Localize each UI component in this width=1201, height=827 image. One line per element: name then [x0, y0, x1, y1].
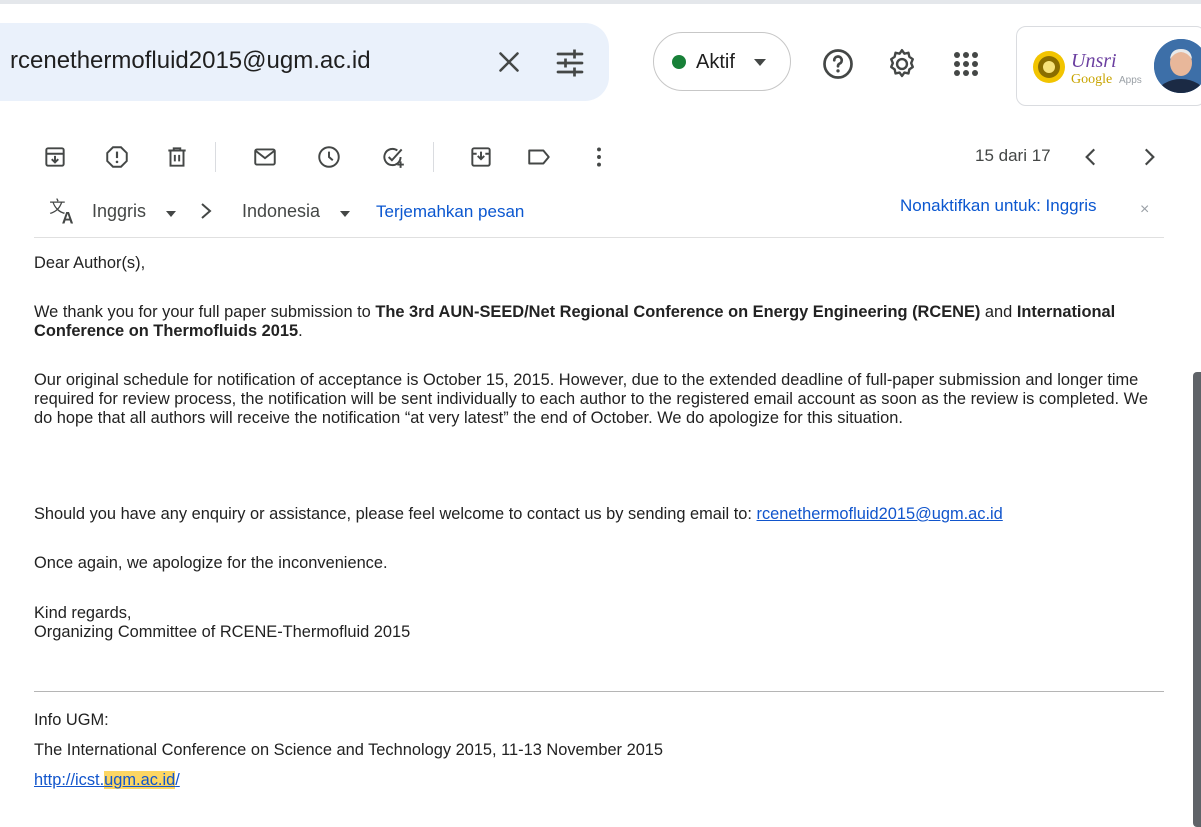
- search-highlight: ugm.ac.id: [104, 771, 176, 789]
- svg-text:Unsri: Unsri: [1071, 50, 1117, 72]
- paragraph-submission: We thank you for your full paper submiss…: [34, 303, 1116, 340]
- report-spam-icon[interactable]: [104, 144, 130, 170]
- gear-icon[interactable]: [884, 46, 920, 82]
- paragraph-apology: Once again, we apologize for the inconve…: [34, 554, 388, 572]
- avatar[interactable]: [1154, 39, 1201, 93]
- conference-name: The 3rd AUN-SEED/Net Regional Conference…: [375, 303, 981, 321]
- info-title: Info UGM:: [34, 711, 109, 729]
- mark-unread-icon[interactable]: [252, 144, 278, 170]
- chevron-right-icon[interactable]: [1136, 144, 1162, 170]
- toolbar-separator: [433, 142, 434, 172]
- status-dot: [672, 55, 686, 69]
- translate-bar: 文 A Inggris Indonesia Terjemahkan pesan …: [34, 190, 1164, 238]
- org-logo: Unsri Google Apps: [1029, 47, 1159, 87]
- snooze-clock-icon[interactable]: [316, 144, 342, 170]
- close-icon[interactable]: [492, 45, 526, 79]
- caret-down-icon[interactable]: [166, 211, 176, 217]
- svg-text:Google: Google: [1071, 72, 1112, 87]
- archive-icon[interactable]: [42, 144, 68, 170]
- scrollbar-thumb[interactable]: [1193, 372, 1201, 827]
- translate-message-link[interactable]: Terjemahkan pesan: [376, 202, 524, 222]
- status-label: Aktif: [696, 51, 735, 73]
- greeting: Dear Author(s),: [34, 254, 146, 272]
- toolbar-separator: [215, 142, 216, 172]
- account-card[interactable]: Unsri Google Apps: [1016, 26, 1201, 106]
- paragraph-contact: Should you have any enquiry or assistanc…: [34, 505, 1003, 523]
- add-task-icon[interactable]: [380, 144, 406, 170]
- disable-translate-link[interactable]: Nonaktifkan untuk: Inggris: [900, 196, 1097, 216]
- svg-text:A: A: [62, 210, 74, 227]
- source-language-select[interactable]: Inggris: [92, 201, 146, 222]
- chevron-right-icon: [201, 203, 212, 219]
- target-language-select[interactable]: Indonesia: [242, 201, 320, 222]
- apps-grid-icon[interactable]: [948, 46, 984, 82]
- chevron-left-icon[interactable]: [1078, 144, 1104, 170]
- move-to-icon[interactable]: [468, 144, 494, 170]
- signature-line-2: Organizing Committee of RCENE-Thermoflui…: [34, 623, 411, 641]
- footer-divider: [34, 691, 1164, 692]
- svg-text:Apps: Apps: [1119, 75, 1142, 86]
- paragraph-schedule: Our original schedule for notification o…: [34, 371, 1148, 427]
- help-icon[interactable]: [820, 46, 856, 82]
- close-icon[interactable]: ×: [1140, 201, 1149, 219]
- status-selector[interactable]: Aktif: [653, 32, 791, 91]
- signature-line-1: Kind regards,: [34, 604, 132, 622]
- search-bar[interactable]: rcenethermofluid2015@ugm.ac.id: [0, 23, 609, 101]
- contact-email-link[interactable]: rcenethermofluid2015@ugm.ac.id: [757, 505, 1003, 523]
- more-vert-icon[interactable]: [586, 144, 612, 170]
- pager-count: 15 dari 17: [975, 146, 1051, 165]
- info-link-line: http://icst.ugm.ac.id/: [34, 771, 1164, 790]
- trash-icon[interactable]: [164, 144, 190, 170]
- gmail-header: rcenethermofluid2015@ugm.ac.id Aktif Uns…: [0, 4, 1201, 116]
- caret-down-icon: [754, 59, 766, 66]
- info-event: The International Conference on Science …: [34, 741, 664, 759]
- search-input[interactable]: rcenethermofluid2015@ugm.ac.id: [10, 47, 371, 75]
- translate-icon: 文 A: [49, 197, 74, 227]
- message-toolbar: 15 dari 17: [0, 130, 1201, 184]
- label-icon[interactable]: [526, 144, 552, 170]
- info-link[interactable]: http://icst.ugm.ac.id/: [34, 771, 180, 789]
- tune-icon[interactable]: [552, 45, 588, 81]
- caret-down-icon[interactable]: [340, 211, 350, 217]
